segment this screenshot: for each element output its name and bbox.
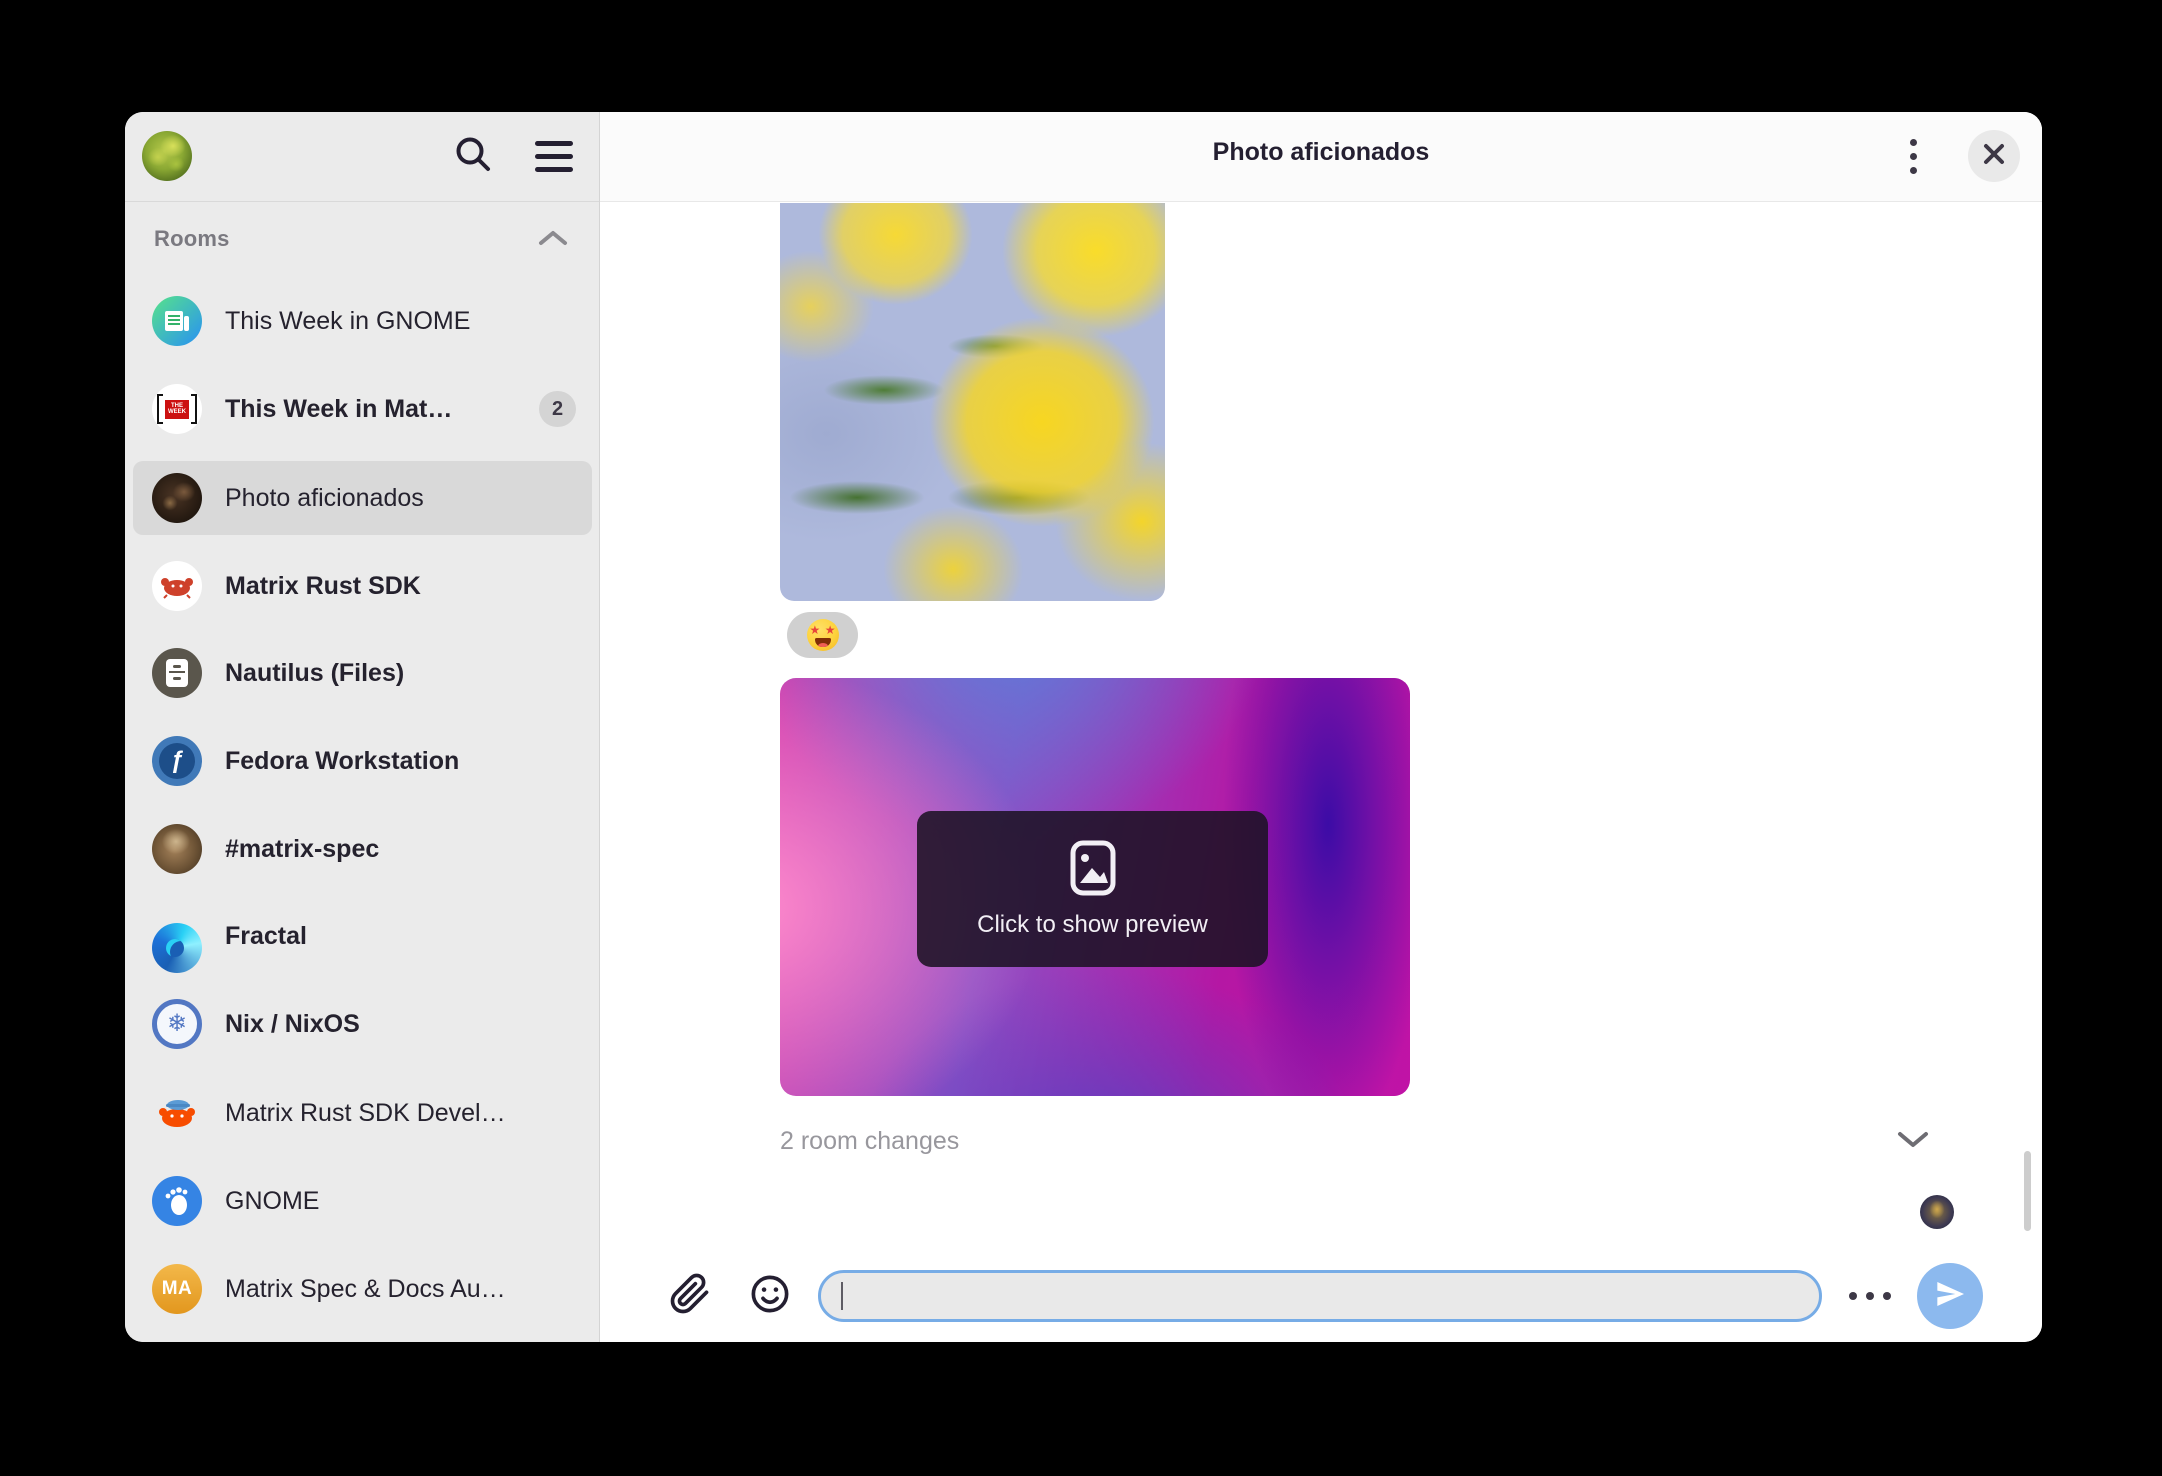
- emoji-button[interactable]: [746, 1272, 794, 1320]
- room-item-this-week-in-gnome[interactable]: This Week in GNOME: [133, 284, 592, 358]
- room-item-nix-nixos[interactable]: ❄ Nix / NixOS: [133, 987, 592, 1061]
- room-item-matrix-spec[interactable]: #matrix-spec: [133, 812, 592, 886]
- search-button[interactable]: [449, 132, 497, 180]
- room-avatar-gnome-foot: [152, 1176, 202, 1226]
- star-struck-emoji: ★★: [807, 619, 839, 651]
- fedora-glyph: ƒ: [170, 747, 183, 775]
- message-image-mimosa[interactable]: [780, 203, 1165, 601]
- media-preview-card: Click to show preview: [780, 678, 1410, 1096]
- send-icon: [1934, 1278, 1966, 1315]
- room-item-matrix-rust-sdk-devel[interactable]: Matrix Rust SDK Devel…: [133, 1076, 592, 1150]
- reaction-pill[interactable]: ★★: [787, 612, 858, 658]
- message-input-field: [818, 1270, 1822, 1322]
- room-avatar-nix-snowflake: ❄: [152, 999, 202, 1049]
- room-name: Matrix Rust SDK: [225, 572, 532, 601]
- the-week-logo-text: THE WEEK: [165, 400, 189, 419]
- room-item-gnome[interactable]: GNOME: [133, 1164, 592, 1238]
- room-avatar-file-cabinet-icon: [152, 648, 202, 698]
- user-avatar[interactable]: [142, 131, 192, 181]
- room-avatar-camera-photo: [152, 473, 202, 523]
- room-item-this-week-in-matrix[interactable]: THE WEEK This Week in Mat… 2: [133, 372, 592, 446]
- room-menu-button[interactable]: [1889, 132, 1937, 180]
- scrollbar[interactable]: [2024, 1151, 2031, 1231]
- room-item-fractal[interactable]: Fractal: [133, 899, 592, 973]
- room-changes-status: 2 room changes: [780, 1116, 959, 1166]
- close-icon: [1981, 141, 2007, 172]
- room-header: Photo aficionados: [600, 112, 2042, 202]
- room-name: Photo aficionados: [225, 484, 532, 513]
- preview-label: Click to show preview: [977, 911, 1208, 939]
- room-avatar-initials: MA: [152, 1264, 202, 1314]
- chat-panel: Photo aficionados ★★: [600, 112, 2042, 1342]
- hamburger-icon: [535, 141, 573, 172]
- room-name: Nautilus (Files): [225, 659, 532, 688]
- room-avatar-newspaper-icon: [152, 296, 202, 346]
- read-receipt-avatar[interactable]: [1920, 1195, 1954, 1229]
- ellipsis-icon: [1849, 1292, 1891, 1300]
- smiley-icon: [749, 1273, 791, 1320]
- search-icon: [451, 132, 495, 181]
- room-item-fedora-workstation[interactable]: ƒ Fedora Workstation: [133, 724, 592, 798]
- room-avatar-ferris-crab-icon: [152, 561, 202, 611]
- room-avatar-the-week-logo: THE WEEK: [152, 384, 202, 434]
- room-avatar-fedora-logo: ƒ: [152, 736, 202, 786]
- image-icon: [1070, 840, 1116, 901]
- room-item-matrix-spec-docs[interactable]: MA Matrix Spec & Docs Au…: [133, 1252, 592, 1326]
- paperclip-icon: [669, 1273, 711, 1320]
- room-avatar-ferris-with-cap: [152, 1088, 202, 1138]
- room-name: #matrix-spec: [225, 835, 532, 864]
- show-preview-button[interactable]: Click to show preview: [917, 811, 1268, 967]
- rooms-section-header: Rooms: [125, 216, 599, 264]
- room-avatar-portrait-photo: [152, 824, 202, 874]
- room-changes-label: 2 room changes: [780, 1127, 959, 1156]
- chevron-down-icon: [1894, 1127, 1932, 1156]
- room-title: Photo aficionados: [600, 138, 2042, 167]
- room-name: GNOME: [225, 1187, 532, 1216]
- send-button[interactable]: [1917, 1263, 1983, 1329]
- more-options-button[interactable]: [1838, 1272, 1902, 1320]
- sidebar-header: [125, 112, 599, 202]
- kebab-icon: [1910, 139, 1917, 174]
- room-item-photo-aficionados[interactable]: Photo aficionados: [133, 461, 592, 535]
- room-name: Matrix Rust SDK Devel…: [225, 1099, 532, 1128]
- sidebar: Rooms This Week in GNOME THE WEEK This W…: [125, 112, 600, 1342]
- chevron-up-icon: [536, 227, 570, 254]
- room-name: Fractal: [225, 922, 532, 951]
- unread-badge: 2: [539, 391, 576, 427]
- text-caret: [841, 1282, 843, 1310]
- app-window: Rooms This Week in GNOME THE WEEK This W…: [125, 112, 2042, 1342]
- room-name: Fedora Workstation: [225, 747, 532, 776]
- room-name: This Week in Mat…: [225, 395, 532, 424]
- message-timeline: ★★ Click to show preview 2 room changes: [600, 203, 2042, 1342]
- room-changes-expand-button[interactable]: [1885, 1116, 1941, 1166]
- snowflake-glyph: ❄: [167, 1012, 187, 1036]
- room-avatar-fractal-swirl: [152, 923, 202, 973]
- room-item-nautilus[interactable]: Nautilus (Files): [133, 636, 592, 710]
- room-name: This Week in GNOME: [225, 307, 532, 336]
- close-button[interactable]: [1968, 130, 2020, 182]
- room-name: Matrix Spec & Docs Au…: [225, 1275, 532, 1304]
- room-item-matrix-rust-sdk[interactable]: Matrix Rust SDK: [133, 549, 592, 623]
- message-input[interactable]: [841, 1273, 1801, 1319]
- attach-button[interactable]: [666, 1272, 714, 1320]
- rooms-collapse-button[interactable]: [529, 220, 577, 260]
- main-menu-button[interactable]: [530, 132, 578, 180]
- room-name: Nix / NixOS: [225, 1010, 532, 1039]
- avatar-initials: MA: [162, 1278, 193, 1300]
- rooms-label: Rooms: [154, 226, 230, 252]
